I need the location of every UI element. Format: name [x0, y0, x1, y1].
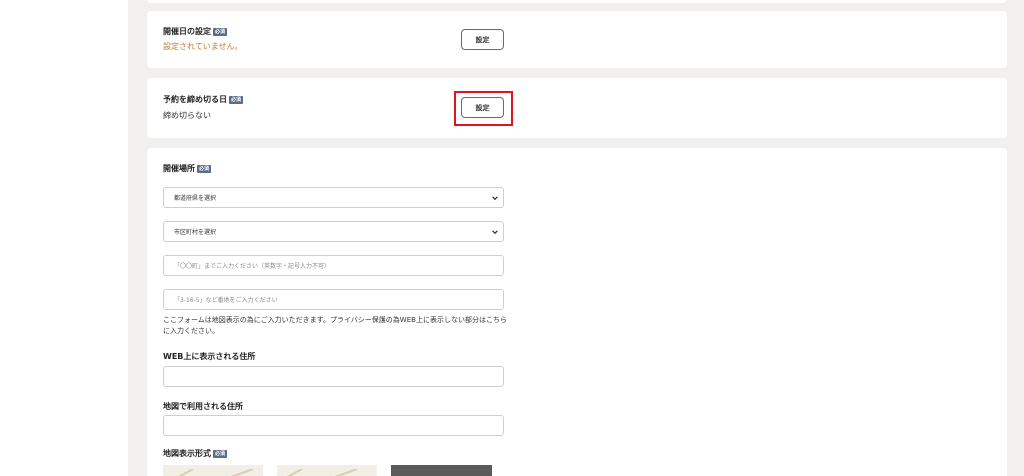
- street-address-placeholder: 「3-16-5」など番地をご入力ください: [174, 297, 278, 304]
- map-address-label: 地図で利用される住所: [163, 402, 243, 411]
- event-date-status: 設定されていません。: [163, 42, 243, 51]
- city-select[interactable]: 市区町村を選択: [163, 221, 504, 242]
- previous-card-edge: [147, 0, 1007, 3]
- required-badge: 必須: [213, 27, 228, 36]
- required-badge: 必須: [229, 95, 244, 104]
- web-address-input[interactable]: [163, 366, 504, 387]
- map-option-light[interactable]: [277, 465, 377, 476]
- prefecture-select-value: 都道府県を選択: [174, 195, 217, 202]
- deadline-card: 予約を締め切る日 必須 締め切らない 設定: [147, 78, 1007, 138]
- required-badge: 必須: [197, 164, 212, 173]
- chevron-down-icon: [492, 230, 498, 235]
- event-date-title-text: 開催日の設定: [163, 27, 211, 36]
- event-date-card: 開催日の設定 必須 設定されていません。 設定: [147, 11, 1007, 68]
- map-format-label-text: 地図表示形式: [163, 449, 211, 458]
- map-option-dark[interactable]: [391, 465, 492, 476]
- map-thumbnail-icon: [287, 468, 358, 476]
- map-option-standard[interactable]: [163, 465, 263, 476]
- left-gutter: [0, 0, 128, 476]
- deadline-title-text: 予約を締め切る日: [163, 95, 227, 104]
- chevron-down-icon: [492, 196, 498, 201]
- map-format-label: 地図表示形式 必須: [163, 448, 228, 459]
- venue-card: 開催場所 必須 都道府県を選択 市区町村を選択 「〇〇町」までご入力ください（英…: [147, 148, 1007, 476]
- event-date-title: 開催日の設定 必須: [163, 26, 228, 37]
- map-address-input[interactable]: [163, 415, 504, 436]
- highlight-box: [454, 91, 513, 126]
- venue-title-text: 開催場所: [163, 164, 195, 173]
- prefecture-select[interactable]: 都道府県を選択: [163, 187, 504, 208]
- required-badge: 必須: [213, 449, 228, 458]
- street-address-input[interactable]: 「3-16-5」など番地をご入力ください: [163, 289, 504, 310]
- deadline-title: 予約を締め切る日 必須: [163, 94, 244, 105]
- town-input[interactable]: 「〇〇町」までご入力ください（英数字・記号入力不可）: [163, 255, 504, 276]
- venue-title: 開催場所 必須: [163, 163, 212, 174]
- event-date-set-button[interactable]: 設定: [461, 29, 504, 50]
- city-select-value: 市区町村を選択: [174, 229, 217, 236]
- town-input-placeholder: 「〇〇町」までご入力ください（英数字・記号入力不可）: [174, 263, 331, 270]
- web-address-label: WEB上に表示される住所: [163, 352, 256, 361]
- privacy-note: ここフォームは地図表示の為にご入力いただきます。プライバシー保護の為WEB上に表…: [163, 316, 507, 335]
- map-thumbnail-icon: [178, 468, 254, 476]
- deadline-status: 締め切らない: [163, 111, 211, 120]
